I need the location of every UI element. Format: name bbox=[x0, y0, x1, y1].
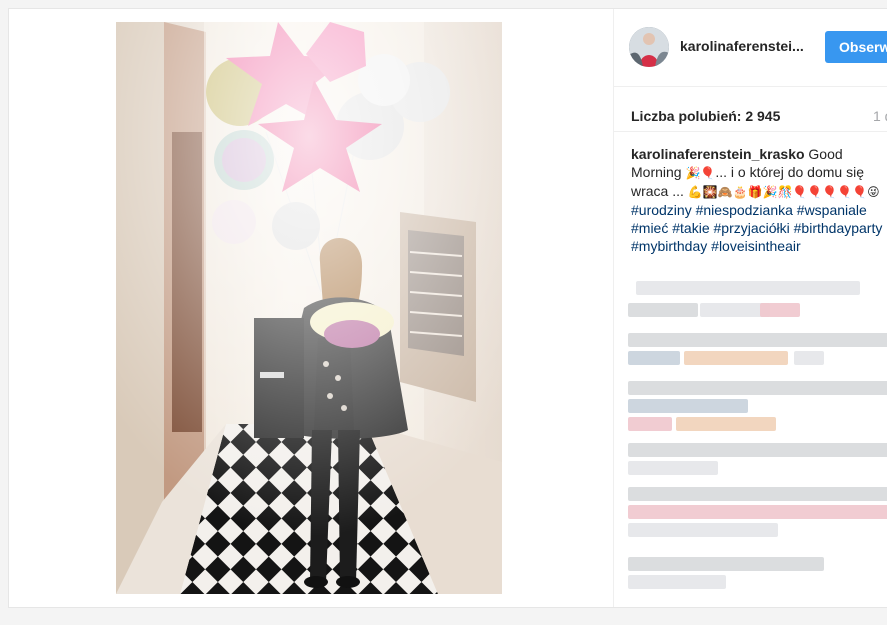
hashtag-link[interactable]: #wspaniale bbox=[797, 202, 867, 218]
blurred-comment-line bbox=[628, 417, 672, 431]
hashtag-link[interactable]: #niespodzianka bbox=[696, 202, 793, 218]
likes-row: Liczba polubień: 2 945 1 d bbox=[614, 87, 887, 132]
caption-author-link[interactable]: karolinaferenstein_krasko bbox=[631, 146, 805, 162]
hashtag-link[interactable]: #birthdayparty bbox=[794, 220, 883, 236]
blurred-comment-line bbox=[628, 381, 887, 395]
blurred-comment-line bbox=[628, 487, 887, 501]
post-header: karolinaferenstei... Obserw bbox=[614, 9, 887, 87]
blurred-comment-line bbox=[628, 461, 718, 475]
follow-button[interactable]: Obserw bbox=[825, 31, 887, 63]
hashtag-link[interactable]: #takie bbox=[672, 220, 709, 236]
hashtag-link[interactable]: #urodziny bbox=[631, 202, 692, 218]
blurred-comment-line bbox=[628, 351, 680, 365]
blurred-comment-line bbox=[628, 523, 778, 537]
blurred-comment-line bbox=[636, 281, 860, 295]
caption-emoji-2: 💪🎇🙈🎂🎁🎉🎊🎈🎈🎈🎈🎈😜 bbox=[687, 185, 880, 199]
post-photo-area bbox=[10, 10, 612, 607]
blurred-comment-line bbox=[676, 417, 776, 431]
profile-avatar[interactable] bbox=[629, 27, 669, 67]
post-sidebar: karolinaferenstei... Obserw Liczba polub… bbox=[613, 9, 887, 607]
photo-illustration bbox=[116, 22, 502, 594]
hashtag-link[interactable]: #mieć bbox=[631, 220, 668, 236]
blurred-comment-line bbox=[628, 333, 887, 347]
profile-photo-icon bbox=[629, 27, 669, 67]
post-time[interactable]: 1 d bbox=[873, 108, 887, 124]
blurred-comment-line bbox=[628, 575, 726, 589]
hashtag-link[interactable]: #przyjaciółki bbox=[714, 220, 790, 236]
hashtag-link[interactable]: #loveisintheair bbox=[711, 238, 801, 254]
blurred-comment-line bbox=[628, 399, 748, 413]
caption-emoji-1: 🎉🎈 bbox=[685, 166, 716, 180]
post-caption: karolinaferenstein_krasko Good Morning 🎉… bbox=[631, 145, 887, 255]
blurred-comment-line bbox=[760, 303, 800, 317]
blurred-comment-line bbox=[628, 557, 824, 571]
username-link[interactable]: karolinaferenstei... bbox=[680, 38, 804, 54]
blurred-comment-line bbox=[628, 443, 887, 457]
blurred-comment-line bbox=[628, 303, 698, 317]
blurred-comment-line bbox=[794, 351, 824, 365]
blurred-comment-line bbox=[628, 505, 887, 519]
blurred-comments bbox=[628, 281, 887, 601]
hashtag-link[interactable]: #mybirthday bbox=[631, 238, 707, 254]
post-photo[interactable] bbox=[116, 22, 502, 594]
blurred-comment-line bbox=[684, 351, 788, 365]
instagram-post-card: karolinaferenstei... Obserw Liczba polub… bbox=[8, 8, 887, 608]
likes-count[interactable]: Liczba polubień: 2 945 bbox=[631, 108, 780, 124]
